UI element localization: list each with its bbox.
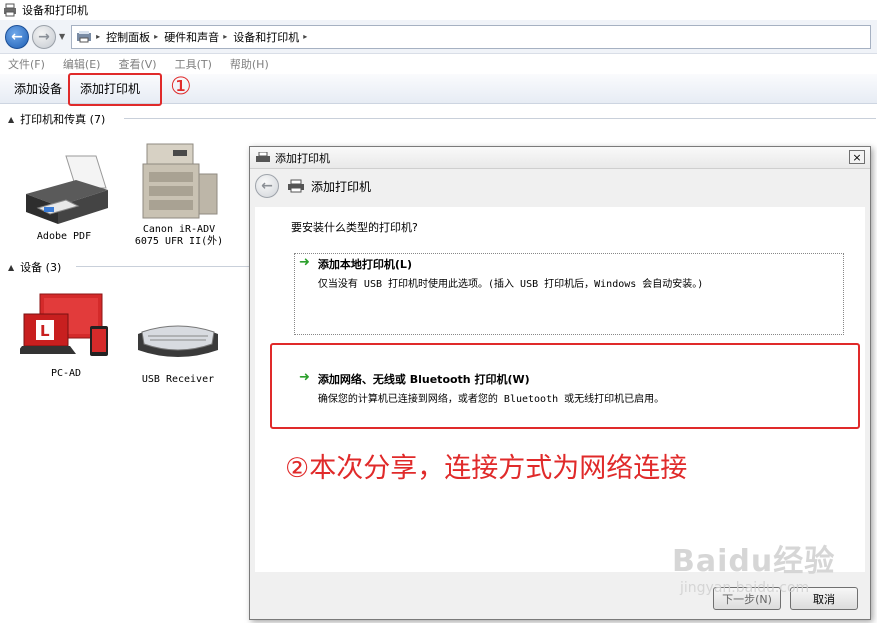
address-bar: ← → ▼ ▸ 控制面板 ▸ 硬件和声音 ▸ 设备和打印机 ▸ [0, 20, 877, 54]
menu-edit[interactable]: 编辑(E) [63, 56, 101, 72]
watermark-url: jingyan.baidu.com [680, 580, 810, 596]
device-adobe-pdf[interactable]: Adobe PDF [14, 150, 114, 243]
menu-help[interactable]: 帮助(H) [230, 56, 269, 72]
group-devices-header[interactable]: ▲ 设备 (3) [8, 259, 61, 275]
menu-view[interactable]: 查看(V) [118, 56, 156, 72]
group-divider [76, 266, 251, 267]
device-name-line1: Canon iR-ADV [142, 224, 216, 235]
add-device-button[interactable]: 添加设备 [8, 80, 68, 97]
copier-icon [142, 143, 218, 219]
printer-icon [288, 179, 304, 193]
group-printers-header[interactable]: ▲ 打印机和传真 (7) [8, 111, 105, 127]
window-titlebar: 设备和打印机 [0, 0, 877, 20]
printer-icon [26, 155, 108, 224]
menu-bar: 文件(F) 编辑(E) 查看(V) 工具(T) 帮助(H) [0, 54, 877, 74]
baidu-jingyan-watermark: Baidu经验 jingyan.baidu.com [672, 536, 835, 596]
device-name: USB Receiver [141, 374, 215, 385]
breadcrumb-hardware-sound[interactable]: 硬件和声音 [164, 29, 219, 45]
breadcrumb-devices-printers[interactable]: 设备和打印机 [233, 29, 299, 45]
collapse-triangle-icon[interactable]: ▲ [8, 115, 14, 124]
chevron-icon[interactable]: ▸ [303, 32, 307, 41]
menu-tools[interactable]: 工具(T) [175, 56, 212, 72]
address-field[interactable]: ▸ 控制面板 ▸ 硬件和声音 ▸ 设备和打印机 ▸ [71, 24, 872, 49]
menu-file[interactable]: 文件(F) [8, 56, 45, 72]
dialog-nav: ← 添加打印机 [250, 169, 870, 203]
step2-note: ②本次分享，连接方式为网络连接 [285, 453, 688, 484]
green-arrow-icon: ➜ [299, 255, 310, 270]
step1-marker: ① [170, 72, 192, 100]
collapse-triangle-icon[interactable]: ▲ [8, 263, 14, 272]
device-name: Adobe PDF [36, 231, 92, 242]
group-printers-label: 打印机和传真 (7) [20, 113, 106, 126]
breadcrumb-root-chevron-icon[interactable]: ▸ [96, 32, 100, 41]
option-local-title: 添加本地打印机(L) [317, 258, 412, 271]
forward-button[interactable]: → [32, 24, 56, 49]
svg-text:L: L [40, 322, 50, 340]
window-title: 设备和打印机 [22, 4, 88, 17]
computer-icon: L [20, 293, 108, 356]
device-usb-receiver[interactable]: USB Receiver [126, 312, 230, 386]
close-icon[interactable]: × [849, 150, 865, 164]
watermark-brand: Baidu经验 [672, 544, 836, 579]
device-name-line2: 6075 UFR II(外) [134, 236, 224, 247]
device-canon-ir-adv[interactable]: Canon iR-ADV 6075 UFR II(外) [126, 138, 232, 248]
keyboard-icon [138, 325, 218, 357]
network-option-highlight [270, 343, 860, 429]
breadcrumb-control-panel[interactable]: 控制面板 [106, 29, 150, 45]
dialog-title: 添加打印机 [275, 151, 330, 165]
dialog-back-button[interactable]: ← [255, 174, 279, 198]
group-divider [124, 118, 876, 119]
dialog-titlebar: 添加打印机 [250, 147, 870, 169]
chevron-icon[interactable]: ▸ [154, 32, 158, 41]
option-add-local-printer[interactable]: ➜ 添加本地打印机(L) 仅当没有 USB 打印机时使用此选项。(插入 USB … [299, 255, 704, 290]
recent-pages-dropdown-icon[interactable]: ▼ [59, 32, 65, 41]
back-button[interactable]: ← [5, 24, 29, 49]
option-local-desc: 仅当没有 USB 打印机时使用此选项。(插入 USB 打印机后，Windows … [317, 279, 704, 290]
device-name: PC-AD [50, 368, 82, 379]
printer-icon [256, 151, 270, 162]
chevron-icon[interactable]: ▸ [223, 32, 227, 41]
device-pc-ad[interactable]: L PC-AD [14, 290, 118, 380]
dialog-question: 要安装什么类型的打印机? [291, 221, 418, 234]
dialog-nav-title: 添加打印机 [311, 179, 372, 194]
add-printer-highlight [68, 73, 162, 106]
control-panel-icon [77, 30, 92, 42]
devices-printers-icon [4, 3, 16, 17]
group-devices-label: 设备 (3) [20, 261, 62, 274]
